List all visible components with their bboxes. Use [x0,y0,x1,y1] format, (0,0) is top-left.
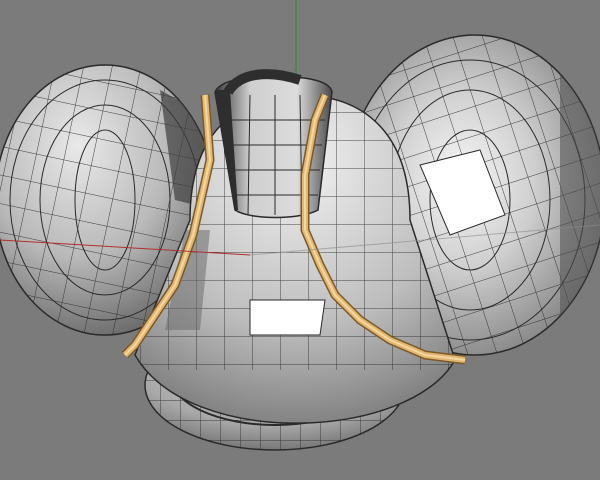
viewport-canvas[interactable] [0,0,600,480]
3d-viewport[interactable] [0,0,600,480]
